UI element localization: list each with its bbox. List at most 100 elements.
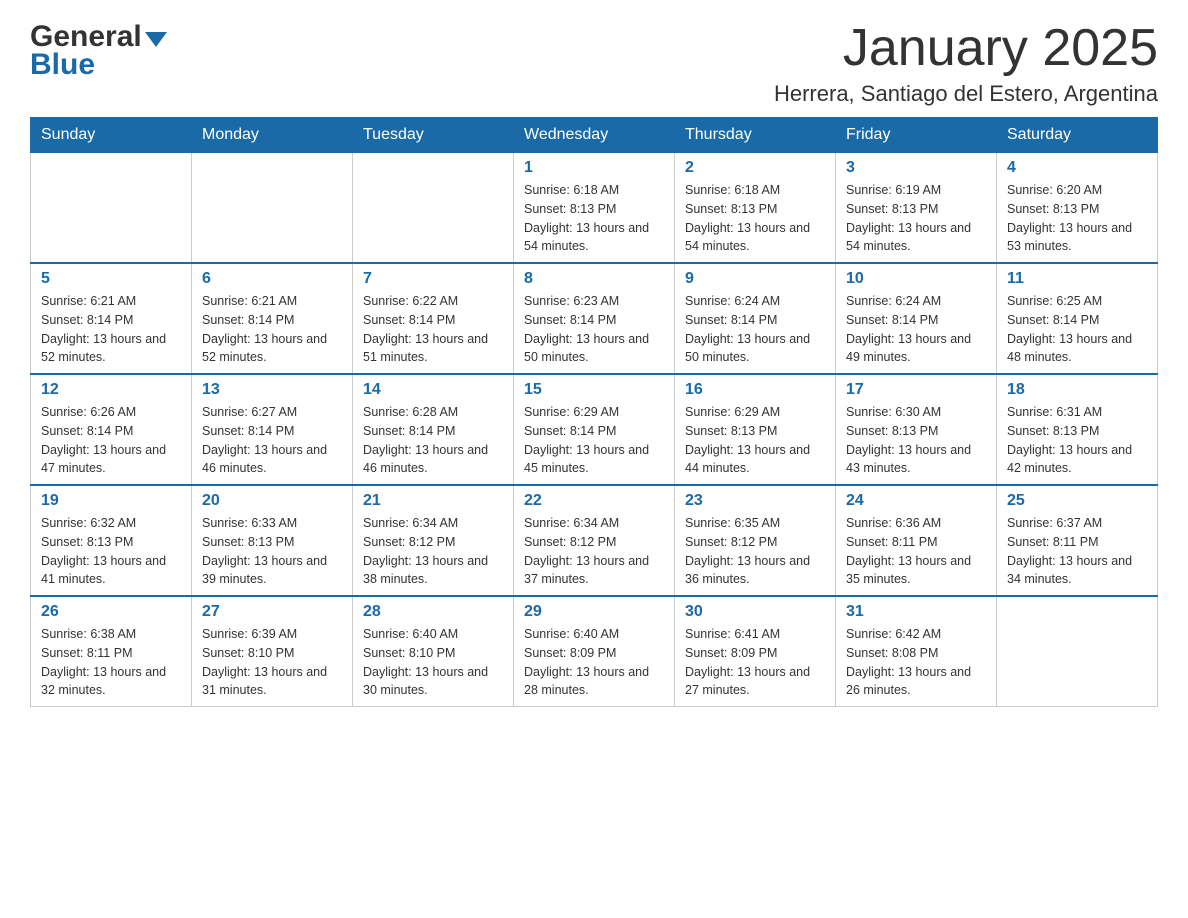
table-row: 18 Sunrise: 6:31 AMSunset: 8:13 PMDayligh… xyxy=(997,374,1158,485)
logo-blue-text: Blue xyxy=(30,48,95,82)
header-monday: Monday xyxy=(192,118,353,153)
day-info: Sunrise: 6:40 AMSunset: 8:09 PMDaylight:… xyxy=(524,625,664,700)
table-row xyxy=(997,596,1158,707)
day-info: Sunrise: 6:21 AMSunset: 8:14 PMDaylight:… xyxy=(41,292,181,367)
day-number: 24 xyxy=(846,492,986,510)
table-row: 26Sunrise: 6:38 AMSunset: 8:11 PMDayligh… xyxy=(31,596,192,707)
table-row: 29 Sunrise: 6:40 AMSunset: 8:09 PMDayligh… xyxy=(514,596,675,707)
day-number: 12 xyxy=(41,381,181,399)
table-row: 20 Sunrise: 6:33 AMSunset: 8:13 PMDayligh… xyxy=(192,485,353,596)
day-info: Sunrise: 6:21 AMSunset: 8:14 PMDaylight:… xyxy=(202,292,342,367)
day-info: Sunrise: 6:38 AMSunset: 8:11 PMDaylight:… xyxy=(41,625,181,700)
day-info: Sunrise: 6:24 AMSunset: 8:14 PMDaylight:… xyxy=(685,292,825,367)
table-row: 22 Sunrise: 6:34 AMSunset: 8:12 PMDayligh… xyxy=(514,485,675,596)
day-number: 2 xyxy=(685,159,825,177)
day-number: 31 xyxy=(846,603,986,621)
day-number: 7 xyxy=(363,270,503,288)
day-number: 10 xyxy=(846,270,986,288)
table-row xyxy=(192,153,353,264)
day-number: 13 xyxy=(202,381,342,399)
day-number: 15 xyxy=(524,381,664,399)
table-row: 1 Sunrise: 6:18 AMSunset: 8:13 PMDaylight… xyxy=(514,153,675,264)
calendar-header-row: Sunday Monday Tuesday Wednesday Thursday… xyxy=(31,118,1158,153)
location-title: Herrera, Santiago del Estero, Argentina xyxy=(774,81,1158,107)
day-number: 11 xyxy=(1007,270,1147,288)
header-sunday: Sunday xyxy=(31,118,192,153)
day-info: Sunrise: 6:18 AMSunset: 8:13 PMDaylight:… xyxy=(524,181,664,256)
table-row: 9 Sunrise: 6:24 AMSunset: 8:14 PMDaylight… xyxy=(675,263,836,374)
table-row: 8Sunrise: 6:23 AMSunset: 8:14 PMDaylight… xyxy=(514,263,675,374)
day-number: 5 xyxy=(41,270,181,288)
day-number: 25 xyxy=(1007,492,1147,510)
day-info: Sunrise: 6:26 AMSunset: 8:14 PMDaylight:… xyxy=(41,403,181,478)
calendar-week-row: 26Sunrise: 6:38 AMSunset: 8:11 PMDayligh… xyxy=(31,596,1158,707)
day-number: 9 xyxy=(685,270,825,288)
calendar-week-row: 1 Sunrise: 6:18 AMSunset: 8:13 PMDaylight… xyxy=(31,153,1158,264)
header-thursday: Thursday xyxy=(675,118,836,153)
table-row: 7 Sunrise: 6:22 AMSunset: 8:14 PMDaylight… xyxy=(353,263,514,374)
table-row: 24Sunrise: 6:36 AMSunset: 8:11 PMDayligh… xyxy=(836,485,997,596)
table-row: 11 Sunrise: 6:25 AMSunset: 8:14 PMDayligh… xyxy=(997,263,1158,374)
day-info: Sunrise: 6:34 AMSunset: 8:12 PMDaylight:… xyxy=(363,514,503,589)
day-number: 19 xyxy=(41,492,181,510)
day-number: 22 xyxy=(524,492,664,510)
day-info: Sunrise: 6:42 AMSunset: 8:08 PMDaylight:… xyxy=(846,625,986,700)
day-number: 8 xyxy=(524,270,664,288)
table-row: 19 Sunrise: 6:32 AMSunset: 8:13 PMDayligh… xyxy=(31,485,192,596)
header-friday: Friday xyxy=(836,118,997,153)
table-row: 28 Sunrise: 6:40 AMSunset: 8:10 PMDayligh… xyxy=(353,596,514,707)
day-number: 1 xyxy=(524,159,664,177)
calendar-week-row: 12 Sunrise: 6:26 AMSunset: 8:14 PMDayligh… xyxy=(31,374,1158,485)
table-row: 5 Sunrise: 6:21 AMSunset: 8:14 PMDaylight… xyxy=(31,263,192,374)
day-number: 16 xyxy=(685,381,825,399)
day-info: Sunrise: 6:28 AMSunset: 8:14 PMDaylight:… xyxy=(363,403,503,478)
day-info: Sunrise: 6:22 AMSunset: 8:14 PMDaylight:… xyxy=(363,292,503,367)
table-row: 13 Sunrise: 6:27 AMSunset: 8:14 PMDayligh… xyxy=(192,374,353,485)
day-info: Sunrise: 6:35 AMSunset: 8:12 PMDaylight:… xyxy=(685,514,825,589)
day-info: Sunrise: 6:32 AMSunset: 8:13 PMDaylight:… xyxy=(41,514,181,589)
day-info: Sunrise: 6:30 AMSunset: 8:13 PMDaylight:… xyxy=(846,403,986,478)
day-number: 27 xyxy=(202,603,342,621)
day-number: 14 xyxy=(363,381,503,399)
day-info: Sunrise: 6:40 AMSunset: 8:10 PMDaylight:… xyxy=(363,625,503,700)
day-info: Sunrise: 6:18 AMSunset: 8:13 PMDaylight:… xyxy=(685,181,825,256)
header-tuesday: Tuesday xyxy=(353,118,514,153)
day-info: Sunrise: 6:31 AMSunset: 8:13 PMDaylight:… xyxy=(1007,403,1147,478)
table-row xyxy=(31,153,192,264)
day-info: Sunrise: 6:24 AMSunset: 8:14 PMDaylight:… xyxy=(846,292,986,367)
table-row: 12 Sunrise: 6:26 AMSunset: 8:14 PMDayligh… xyxy=(31,374,192,485)
table-row: 25 Sunrise: 6:37 AMSunset: 8:11 PMDayligh… xyxy=(997,485,1158,596)
table-row: 17 Sunrise: 6:30 AMSunset: 8:13 PMDayligh… xyxy=(836,374,997,485)
table-row: 4Sunrise: 6:20 AMSunset: 8:13 PMDaylight… xyxy=(997,153,1158,264)
table-row: 3Sunrise: 6:19 AMSunset: 8:13 PMDaylight… xyxy=(836,153,997,264)
title-block: January 2025 Herrera, Santiago del Ester… xyxy=(774,20,1158,107)
day-number: 29 xyxy=(524,603,664,621)
table-row: 10 Sunrise: 6:24 AMSunset: 8:14 PMDayligh… xyxy=(836,263,997,374)
day-number: 6 xyxy=(202,270,342,288)
day-info: Sunrise: 6:19 AMSunset: 8:13 PMDaylight:… xyxy=(846,181,986,256)
day-number: 4 xyxy=(1007,159,1147,177)
day-number: 18 xyxy=(1007,381,1147,399)
day-info: Sunrise: 6:41 AMSunset: 8:09 PMDaylight:… xyxy=(685,625,825,700)
header-wednesday: Wednesday xyxy=(514,118,675,153)
table-row: 16Sunrise: 6:29 AMSunset: 8:13 PMDayligh… xyxy=(675,374,836,485)
day-number: 30 xyxy=(685,603,825,621)
day-number: 28 xyxy=(363,603,503,621)
day-info: Sunrise: 6:34 AMSunset: 8:12 PMDaylight:… xyxy=(524,514,664,589)
table-row: 2 Sunrise: 6:18 AMSunset: 8:13 PMDaylight… xyxy=(675,153,836,264)
day-info: Sunrise: 6:29 AMSunset: 8:14 PMDaylight:… xyxy=(524,403,664,478)
table-row: 27Sunrise: 6:39 AMSunset: 8:10 PMDayligh… xyxy=(192,596,353,707)
day-number: 23 xyxy=(685,492,825,510)
table-row: 23 Sunrise: 6:35 AMSunset: 8:12 PMDayligh… xyxy=(675,485,836,596)
logo-triangle-icon xyxy=(145,32,167,47)
day-info: Sunrise: 6:27 AMSunset: 8:14 PMDaylight:… xyxy=(202,403,342,478)
day-info: Sunrise: 6:33 AMSunset: 8:13 PMDaylight:… xyxy=(202,514,342,589)
page-header: General Blue January 2025 Herrera, Santi… xyxy=(30,20,1158,107)
day-number: 17 xyxy=(846,381,986,399)
day-info: Sunrise: 6:25 AMSunset: 8:14 PMDaylight:… xyxy=(1007,292,1147,367)
day-number: 20 xyxy=(202,492,342,510)
day-info: Sunrise: 6:37 AMSunset: 8:11 PMDaylight:… xyxy=(1007,514,1147,589)
table-row: 21Sunrise: 6:34 AMSunset: 8:12 PMDayligh… xyxy=(353,485,514,596)
logo: General Blue xyxy=(30,20,167,82)
table-row: 14 Sunrise: 6:28 AMSunset: 8:14 PMDayligh… xyxy=(353,374,514,485)
